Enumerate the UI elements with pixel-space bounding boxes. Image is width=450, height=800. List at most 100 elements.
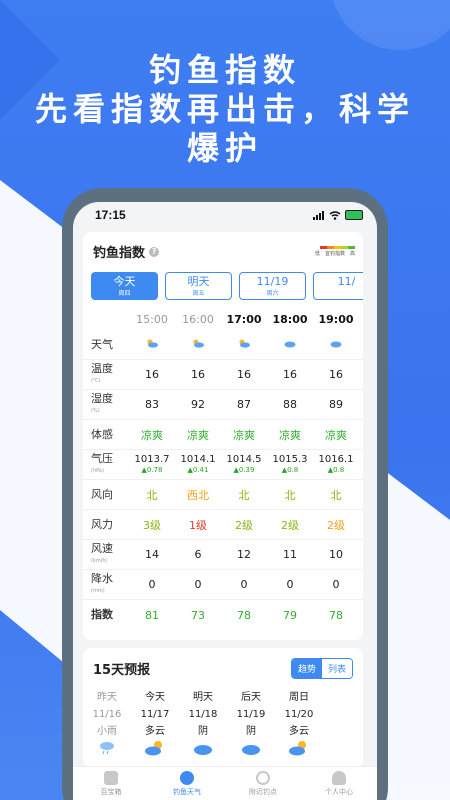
card-title-text: 钓鱼指数: [93, 246, 146, 261]
forecast-day-date: 11/19: [236, 709, 266, 720]
pressure-row: 气压 (hPa) 1013.7 ▲0.78 1014.1 ▲0.41 1014.5 ▲0…: [83, 450, 363, 480]
toggle-list[interactable]: 列表: [321, 659, 352, 678]
table-cell: 0: [148, 578, 156, 591]
table-cell: 凉爽: [141, 428, 163, 442]
table-cell: 83: [145, 398, 159, 411]
temperature-row: 温度 (℃) 16 16 16 16 16: [83, 360, 363, 390]
row-unit: (℃): [91, 377, 101, 384]
forecast-day[interactable]: 后天 11/19 阴: [227, 689, 275, 756]
forecast-day-name: 周日: [289, 692, 309, 703]
day-tab-label: 明天: [187, 275, 210, 288]
help-icon[interactable]: ?: [149, 246, 160, 257]
tab-fishing-weather[interactable]: 钓鱼天气: [149, 767, 225, 800]
index-cell: 79: [283, 608, 297, 622]
table-cell: 16: [145, 368, 159, 381]
tab-label: 百宝箱: [100, 788, 122, 796]
row-label-text: 湿度: [91, 391, 113, 405]
forecast-day-name: 今天: [145, 692, 165, 703]
legend-color-bar: [320, 246, 355, 249]
partly-cloudy-icon: [147, 339, 158, 348]
status-icons: [313, 210, 363, 220]
time-cell: 16:00: [182, 312, 214, 326]
pressure-value: 1014.5: [226, 454, 262, 465]
time-cell: 19:00: [318, 312, 354, 326]
humidity-row: 湿度 (%) 83 92 87 88 89: [83, 390, 363, 420]
day-tab-tomorrow[interactable]: 明天 周五: [165, 272, 232, 300]
forecast-day-date: 11/16: [92, 709, 122, 720]
table-cell: 10: [329, 548, 343, 561]
index-cell: 73: [191, 608, 205, 622]
pressure-change: ▲0.78: [141, 466, 163, 474]
forecast-title: 15天预报: [93, 663, 151, 678]
row-label-text: 气压: [91, 451, 113, 465]
table-cell: 3级: [143, 518, 161, 532]
table-cell: 87: [237, 398, 251, 411]
row-label: 体感: [91, 427, 113, 441]
location-icon: [256, 771, 270, 785]
table-cell: 北: [238, 488, 250, 502]
time-cell: 18:00: [272, 312, 308, 326]
tab-nearby-spots[interactable]: 附近钓点: [225, 767, 301, 800]
forecast-day[interactable]: 明天 11/18 阴: [179, 689, 227, 756]
legend-labels: 低 宜钓指数 高: [315, 250, 355, 257]
tab-toolbox[interactable]: 百宝箱: [73, 767, 149, 800]
phone-frame: 17:15 钓鱼指数 ? 低 宜钓指数 高 今天 周四 明天 周五 11/19 …: [62, 188, 388, 800]
table-cell: 88: [283, 398, 297, 411]
table-cell: 2级: [281, 518, 299, 532]
time-header-row: 15:00 16:00 17:00 18:00 19:00: [83, 308, 363, 330]
table-cell: 北: [146, 488, 158, 502]
forecast-day-name: 昨天: [97, 692, 117, 703]
time-cell: 17:00: [226, 312, 262, 326]
row-label: 风向: [91, 487, 113, 501]
row-unit: (km/h): [91, 557, 108, 564]
bottom-tab-bar: 百宝箱 钓鱼天气 附近钓点 个人中心: [73, 766, 377, 800]
toggle-trend[interactable]: 趋势: [291, 659, 322, 678]
forecast-day-weather: 阴: [246, 726, 256, 737]
row-label: 降水 (mm): [83, 571, 129, 597]
partly-cloudy-icon: [239, 339, 250, 348]
forecast-day-weather: 多云: [145, 726, 165, 737]
table-cell: 凉爽: [187, 428, 209, 442]
battery-icon: [345, 210, 363, 220]
forecast-day[interactable]: 周日 11/20 多云: [275, 689, 323, 756]
day-tab-1119[interactable]: 11/19 周六: [239, 272, 306, 300]
table-cell: 6: [194, 548, 202, 561]
forecast-day-date: 11/20: [284, 709, 314, 720]
table-cell: 北: [330, 488, 342, 502]
tab-profile[interactable]: 个人中心: [301, 767, 377, 800]
row-unit: (%): [91, 407, 100, 414]
index-legend: 低 宜钓指数 高: [315, 246, 355, 257]
weather-row: 天气: [83, 330, 363, 360]
forecast-day[interactable]: 昨天 11/16 小雨: [83, 689, 131, 756]
day-tab-today[interactable]: 今天 周四: [91, 272, 158, 300]
row-label-text: 降水: [91, 571, 113, 585]
table-cell: 2级: [327, 518, 345, 532]
index-cell: 81: [145, 608, 159, 622]
row-label: 指数: [91, 608, 113, 621]
forecast-day-weather: 阴: [198, 726, 208, 737]
row-label: 风力: [91, 517, 113, 531]
table-cell: 凉爽: [325, 428, 347, 442]
table-cell: 16: [329, 368, 343, 381]
pressure-change: ▲0.8: [327, 466, 345, 474]
row-label: 天气: [91, 337, 113, 351]
row-label-text: 温度: [91, 361, 113, 375]
day-tab-label: 今天: [113, 275, 136, 288]
hero-subtitle-line1: 先看指数再出击，科学: [34, 90, 415, 128]
forecast-card: 15天预报 趋势 列表 昨天 11/16 小雨 今天 11/17 多云 明天 1…: [83, 648, 363, 768]
day-tab-next[interactable]: 11/: [313, 272, 363, 300]
row-label-text: 风速: [91, 541, 113, 555]
pressure-value: 1014.1: [180, 454, 216, 465]
forecast-day[interactable]: 今天 11/17 多云: [131, 689, 179, 756]
pressure-value: 1013.7: [134, 454, 170, 465]
time-cell: 15:00: [136, 312, 168, 326]
index-cell: 78: [329, 608, 343, 622]
row-label: 气压 (hPa): [83, 451, 129, 477]
table-cell: 0: [286, 578, 294, 591]
partly-cloudy-icon: [289, 741, 306, 756]
table-cell: 11: [283, 548, 297, 561]
forecast-day-weather: 小雨: [97, 726, 117, 737]
hourly-table: 15:00 16:00 17:00 18:00 19:00 天气 温度 (℃): [83, 308, 363, 630]
tab-label: 钓鱼天气: [173, 788, 201, 796]
legend-low: 低: [314, 251, 320, 257]
